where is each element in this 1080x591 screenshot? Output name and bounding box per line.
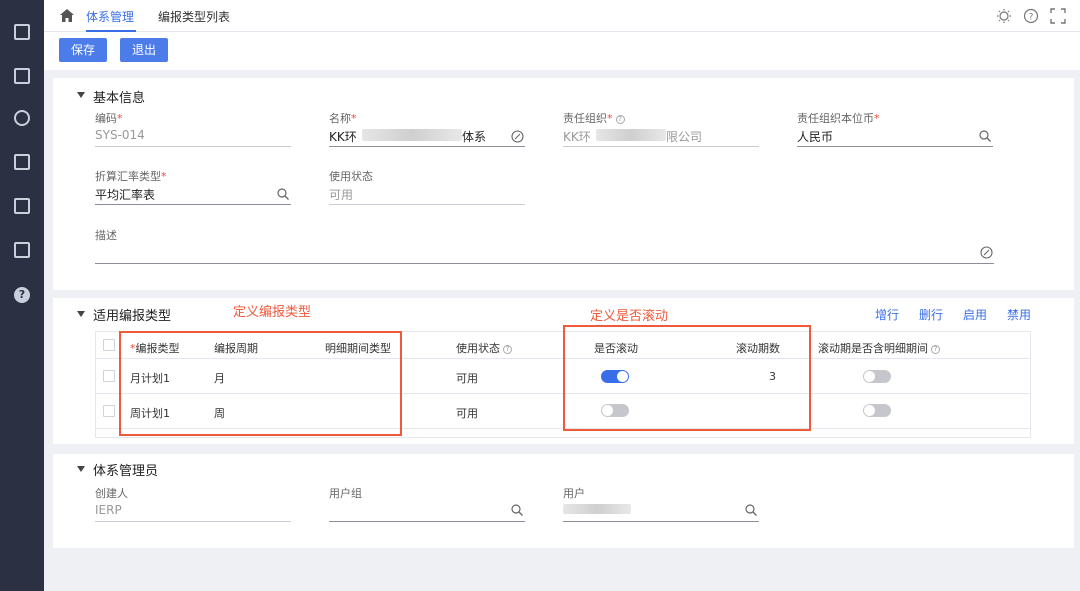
search-icon[interactable] [979,130,991,142]
svg-text:?: ? [1029,13,1034,23]
admin-panel [53,454,1074,548]
section-title-basic-info: 基本信息 [93,91,146,106]
group-input[interactable] [329,521,525,522]
currency-value: 人民币 [797,130,834,144]
home-icon[interactable] [60,9,74,22]
currency-label: 责任组织本位币* [797,112,880,125]
rate-label: 折算汇率类型* [95,170,167,183]
org-suffix: 限公司 [666,130,703,144]
status-underline [329,204,525,205]
search-icon[interactable] [745,504,757,516]
row-checkbox[interactable] [103,405,115,417]
report-icon[interactable] [14,68,30,84]
desc-input[interactable] [95,263,994,264]
multilang-icon[interactable] [511,130,524,143]
creator-label: 创建人 [95,487,128,500]
rolling-detail-toggle[interactable] [863,370,891,383]
panel-icon[interactable] [14,24,30,40]
redacted-org [596,129,666,141]
top-bar: 体系管理 编报类型列表 ? [44,0,1080,32]
exit-button[interactable]: 退出 [120,38,169,62]
redacted-user [563,504,631,514]
name-prefix: KK环 [329,130,357,144]
bulb-icon[interactable] [996,8,1012,24]
save-button[interactable]: 保存 [59,38,108,62]
annotation-define-type: 定义编报类型 [233,305,312,320]
status-value: 可用 [329,188,354,202]
redacted-name [362,129,462,141]
annotation-define-rolling: 定义是否滚动 [590,309,669,324]
code-underline [95,146,291,147]
rate-value: 平均汇率表 [95,188,156,202]
toolbar: 保存 退出 [44,32,1080,70]
creator-underline [95,521,291,522]
collapse-icon[interactable] [77,92,85,98]
name-suffix: 体系 [462,130,487,144]
delete-row-link[interactable]: 删行 [919,306,943,323]
edit-icon[interactable] [14,154,30,170]
help-icon[interactable]: ? [615,115,625,124]
name-input[interactable] [329,146,525,147]
cell-status: 可用 [456,407,478,420]
multilang-icon[interactable] [980,246,993,259]
code-label: 编码* [95,112,123,125]
document-icon[interactable] [14,242,30,258]
help-icon[interactable]: ? [931,345,940,354]
user-input[interactable] [563,521,759,522]
desc-label: 描述 [95,229,117,242]
tab-report-type-list[interactable]: 编报类型列表 [158,8,230,25]
name-label: 名称* [329,112,357,125]
select-all-checkbox[interactable] [103,339,115,351]
col-header-status: 使用状态? [456,340,512,356]
row-checkbox[interactable] [103,370,115,382]
currency-input[interactable] [797,146,993,147]
disable-link[interactable]: 禁用 [1007,306,1031,323]
collapse-icon[interactable] [77,311,85,317]
search-icon[interactable] [511,504,523,516]
section-title-report-types: 适用编报类型 [93,309,172,324]
help-icon[interactable]: ? [14,287,30,303]
tab-system-management[interactable]: 体系管理 [86,8,134,25]
add-row-link[interactable]: 增行 [875,306,899,323]
org-label: 责任组织*? [563,110,625,126]
code-value: SYS-014 [95,128,145,142]
cell-status: 可用 [456,372,478,385]
section-title-admin: 体系管理员 [93,464,159,479]
fullscreen-icon[interactable] [1050,8,1066,24]
creator-value: IERP [95,503,122,517]
org-underline [563,146,759,147]
org-prefix: KK环 [563,130,591,144]
search-icon[interactable] [277,188,289,200]
enable-link[interactable]: 启用 [963,306,987,323]
rate-input[interactable] [95,204,291,205]
circle-icon[interactable] [14,110,30,126]
status-label: 使用状态 [329,170,373,183]
group-label: 用户组 [329,487,362,500]
collapse-icon[interactable] [77,466,85,472]
left-nav: ? [0,0,44,591]
annotation-box-type [119,331,402,436]
help-circle-icon[interactable]: ? [1023,8,1039,24]
rolling-detail-toggle[interactable] [863,404,891,417]
clipboard-icon[interactable] [14,198,30,214]
help-icon[interactable]: ? [503,345,512,354]
col-header-rolling-detail: 滚动期是否含明细期间? [818,340,940,356]
annotation-box-rolling [563,325,811,431]
user-label: 用户 [563,487,585,500]
